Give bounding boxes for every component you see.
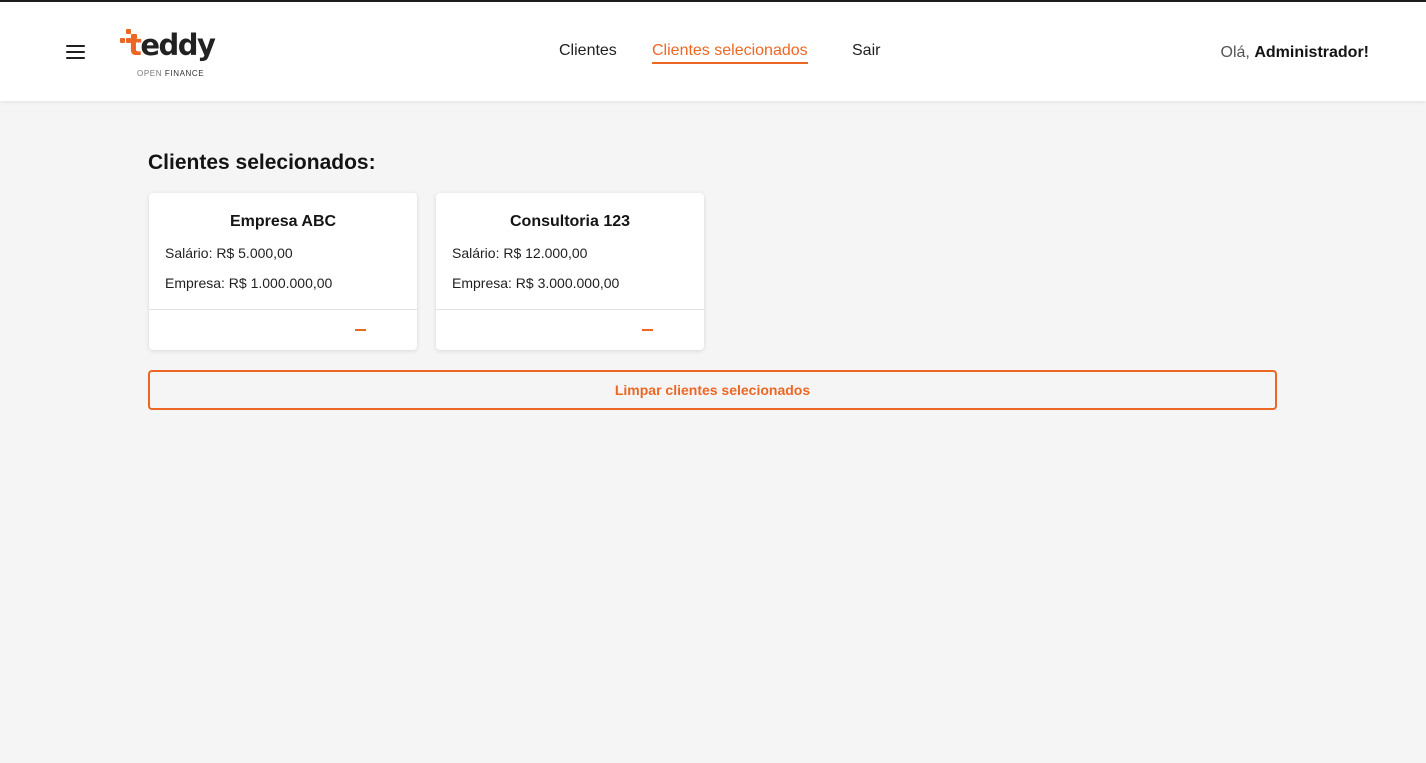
client-name: Consultoria 123 bbox=[509, 213, 631, 230]
logo-wordmark: teddy bbox=[128, 28, 216, 62]
card-actions bbox=[436, 309, 704, 350]
greeting-name: Administrador! bbox=[1254, 44, 1369, 61]
minus-icon[interactable] bbox=[354, 322, 368, 338]
nav-clientes[interactable]: Clientes bbox=[559, 42, 617, 60]
teddy-logo[interactable]: teddy OPEN FINANCE bbox=[118, 26, 228, 78]
card-actions bbox=[149, 309, 417, 350]
client-name: Empresa ABC bbox=[229, 213, 337, 230]
client-company-value: Empresa: R$ 1.000.000,00 bbox=[165, 275, 333, 291]
client-company-value: Empresa: R$ 3.000.000,00 bbox=[452, 275, 620, 291]
page-title: Clientes selecionados: bbox=[148, 151, 376, 174]
clear-selected-clients-button[interactable]: Limpar clientes selecionados bbox=[148, 370, 1277, 410]
client-card: Consultoria 123 Salário: R$ 12.000,00 Em… bbox=[436, 193, 704, 350]
logo-subtitle: OPEN FINANCE bbox=[137, 69, 205, 78]
hamburger-menu-icon[interactable] bbox=[66, 44, 86, 60]
top-bar: teddy OPEN FINANCE Clientes Clientes sel… bbox=[0, 2, 1426, 101]
nav-sair[interactable]: Sair bbox=[852, 42, 880, 60]
user-greeting: Olá, Administrador! bbox=[1221, 44, 1369, 62]
greeting-prefix: Olá, bbox=[1220, 44, 1255, 61]
client-salary: Salário: R$ 5.000,00 bbox=[165, 245, 293, 261]
minus-icon[interactable] bbox=[641, 322, 655, 338]
nav-clientes-selecionados[interactable]: Clientes selecionados bbox=[652, 42, 808, 64]
client-card: Empresa ABC Salário: R$ 5.000,00 Empresa… bbox=[149, 193, 417, 350]
client-salary: Salário: R$ 12.000,00 bbox=[452, 245, 588, 261]
